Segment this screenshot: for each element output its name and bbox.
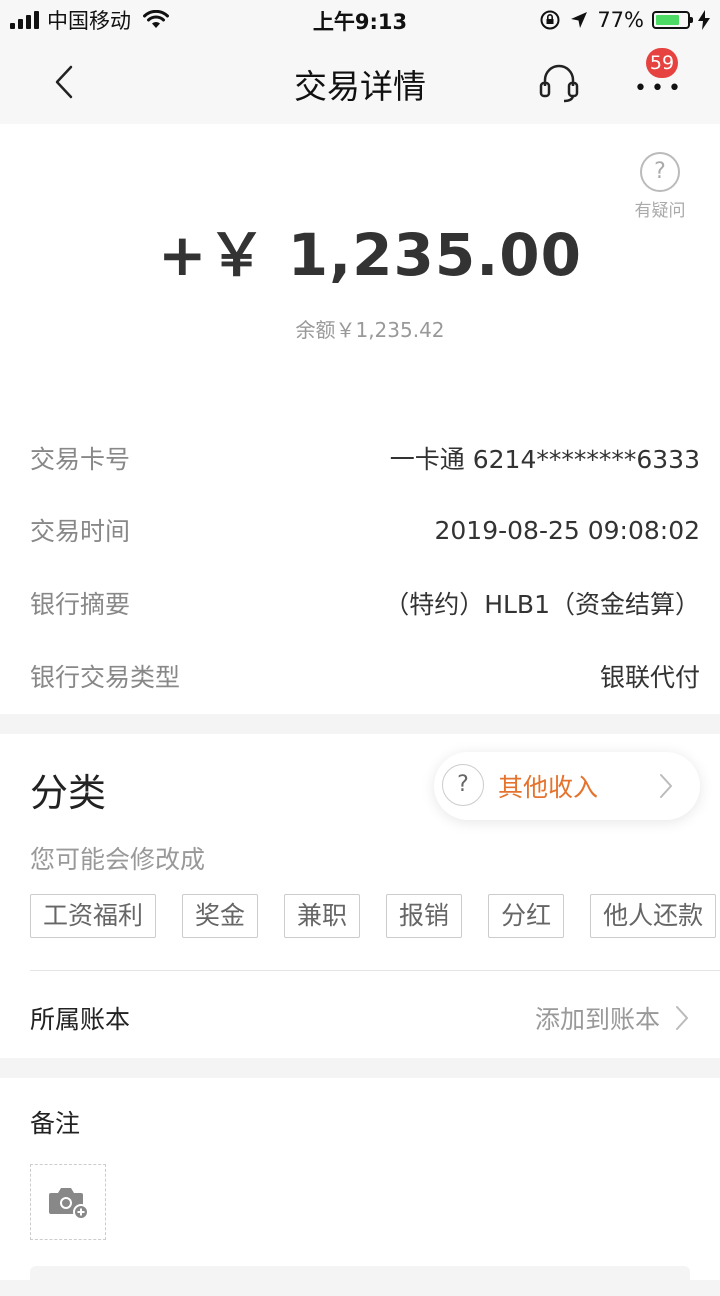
question-icon: ?	[640, 152, 680, 192]
info-value: 一卡通 6214********6333	[389, 445, 700, 474]
camera-add-icon	[49, 1188, 89, 1220]
info-label: 银行摘要	[30, 590, 131, 619]
info-value: 银联代付	[599, 663, 700, 692]
battery-percent: 77%	[597, 8, 644, 32]
current-category: 其他收入	[498, 773, 599, 802]
suggestion-label: 您可能会修改成	[30, 845, 206, 874]
category-tag[interactable]: 他人还款	[590, 894, 717, 938]
chevron-right-icon	[660, 774, 672, 798]
category-tags: 工资福利 奖金 兼职 报销 分红 他人还款	[30, 894, 720, 942]
battery-level	[656, 15, 679, 25]
info-row-card-number: 交易卡号 一卡通 6214********6333	[30, 438, 700, 478]
transaction-amount: +￥ 1,235.00	[158, 221, 582, 289]
info-row-bank-summary: 银行摘要 （特约）HLB1（资金结算）	[30, 583, 700, 623]
category-tag[interactable]: 分红	[488, 894, 565, 938]
info-label: 银行交易类型	[30, 663, 181, 692]
note-input[interactable]	[30, 1266, 690, 1296]
add-photo-button[interactable]	[30, 1164, 106, 1240]
transaction-card: ? 有疑问 +￥ 1,235.00 余额￥1,235.42 交易卡号 一卡通 6…	[0, 124, 720, 714]
ledger-label: 所属账本	[30, 1005, 131, 1034]
category-tag[interactable]: 工资福利	[30, 894, 157, 938]
info-value: （特约）HLB1（资金结算）	[384, 590, 700, 619]
category-title: 分类	[30, 771, 107, 815]
page-title: 交易详情	[294, 67, 426, 106]
note-title: 备注	[30, 1109, 81, 1138]
nav-bar: 交易详情 ••• 59	[0, 40, 720, 124]
info-row-time: 交易时间 2019-08-25 09:08:02	[30, 510, 700, 550]
question-icon[interactable]: ?	[442, 764, 484, 806]
chevron-right-icon	[676, 1006, 688, 1030]
note-card: 备注	[0, 1078, 720, 1296]
status-bar: 中国移动 上午9:13 77%	[0, 0, 720, 40]
notification-badge: 59	[646, 48, 678, 78]
headset-icon	[539, 64, 579, 103]
divider	[30, 970, 720, 971]
category-tag[interactable]: 报销	[386, 894, 463, 938]
battery-tip	[690, 17, 693, 23]
info-value: 2019-08-25 09:08:02	[434, 515, 700, 545]
ledger-row[interactable]: 所属账本 添加到账本	[30, 998, 690, 1038]
category-tag[interactable]: 兼职	[284, 894, 361, 938]
account-balance: 余额￥1,235.42	[295, 318, 445, 342]
ledger-action: 添加到账本	[535, 1000, 690, 1036]
info-row-transaction-type: 银行交易类型 银联代付	[30, 656, 700, 696]
charging-icon	[698, 10, 710, 30]
battery-icon	[652, 11, 693, 29]
category-tag[interactable]: 奖金	[182, 894, 259, 938]
info-label: 交易卡号	[30, 445, 131, 474]
location-icon	[571, 12, 588, 28]
more-icon: •••	[634, 76, 685, 101]
ledger-value: 添加到账本	[534, 1005, 660, 1034]
customer-service-button[interactable]	[534, 60, 584, 104]
info-label: 交易时间	[30, 517, 131, 546]
category-card: 分类 ? 其他收入 您可能会修改成 工资福利 奖金 兼职 报销 分红 他人还款 所属账本 …	[0, 734, 720, 1058]
status-right: 77%	[539, 6, 710, 34]
category-selector[interactable]: ? 其他收入	[434, 752, 700, 820]
orientation-lock-icon	[540, 10, 560, 30]
